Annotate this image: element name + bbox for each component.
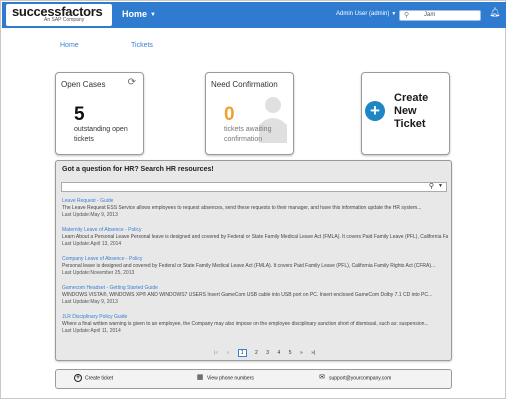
footer-email-link[interactable]: ✉ support@yourcompany.com — [318, 374, 391, 382]
article-title-link[interactable]: Maternity Leave of Absence - Policy — [62, 227, 448, 234]
search-icon: ⚲ — [404, 12, 410, 19]
hr-resources-panel: Got a question for HR? Search HR resourc… — [55, 160, 452, 361]
plus-circle-icon: + — [74, 374, 82, 382]
tile-open-cases[interactable]: Open Cases ⟳ 5 outstanding open tickets — [55, 72, 144, 155]
article-snippet: WINDOWS VISTA®, WINDOWS XP® AND WINDOWS7… — [62, 292, 433, 298]
article-title-link[interactable]: Gamecom Headset - Getting Started Guide — [62, 285, 448, 292]
list-item: Leave Request - Guide The Leave Request … — [62, 198, 448, 219]
list-item: Maternity Leave of Absence - Policy Lear… — [62, 227, 448, 248]
page-4-button[interactable]: 4 — [277, 350, 280, 356]
need-confirmation-count: 0 — [224, 104, 235, 125]
notification-icon[interactable]: 🔔︎ — [489, 7, 500, 18]
tile-description: outstanding open tickets — [74, 126, 128, 143]
user-menu[interactable]: Admin User (admin) ▼ — [336, 11, 396, 17]
plus-icon: + — [365, 101, 385, 121]
article-date: Last Update:November 25, 2013 — [62, 270, 135, 276]
open-cases-count: 5 — [74, 104, 85, 125]
app-frame: successfactors An SAP Company Home ▼ Admi… — [0, 0, 506, 399]
search-value: Jam — [424, 12, 436, 18]
list-item: Company Leave of Absence - Policy Person… — [62, 256, 448, 277]
hr-search-input[interactable]: ⚲ ▼ — [61, 182, 447, 192]
article-date: Last Update:May 9, 2013 — [62, 299, 118, 305]
article-date: Last Update:May 9, 2013 — [62, 212, 118, 218]
hr-panel-title: Got a question for HR? Search HR resourc… — [62, 166, 214, 173]
article-snippet: Personal leave is designed and covered b… — [62, 263, 436, 269]
search-icon[interactable]: ⚲ — [429, 182, 434, 190]
tile-create-ticket[interactable]: + Create New Ticket — [361, 72, 450, 155]
list-item: JLR Disciplinary Policy Guide Where a fi… — [62, 314, 448, 335]
chevron-down-icon: ▼ — [391, 11, 397, 17]
footer-email-label: support@yourcompany.com — [329, 375, 392, 382]
article-snippet: The Leave Request ESS Service allows emp… — [62, 205, 422, 211]
breadcrumb-home[interactable]: Home — [60, 42, 79, 49]
breadcrumb-tickets[interactable]: Tickets — [131, 42, 153, 49]
first-page-button[interactable]: |« — [214, 350, 218, 356]
chevron-down-icon: ▼ — [150, 12, 156, 18]
support-footer: + Create ticket ▦ View phone numbers ✉ supp… — [55, 369, 452, 389]
article-title-link[interactable]: Leave Request - Guide — [62, 198, 448, 205]
footer-phone-label: View phone numbers — [207, 375, 254, 382]
prev-page-button[interactable]: « — [227, 350, 230, 356]
refresh-icon[interactable]: ⟳ — [128, 77, 136, 88]
next-page-button[interactable]: » — [300, 350, 303, 356]
article-snippet: Learn About a Personal Leave Personal le… — [62, 234, 448, 240]
pagination: |« « 1 2 3 4 5 » »| — [214, 344, 319, 357]
logo[interactable]: successfactors An SAP Company — [6, 4, 112, 26]
list-item: Gamecom Headset - Getting Started Guide … — [62, 285, 448, 306]
tile-title: Need Confirmation — [211, 80, 278, 89]
home-nav-menu[interactable]: Home ▼ — [122, 9, 156, 19]
user-menu-label: Admin User (admin) — [336, 11, 390, 17]
phone-book-icon: ▦ — [196, 374, 204, 381]
footer-phone-link[interactable]: ▦ View phone numbers — [196, 374, 254, 382]
footer-create-ticket-label: Create ticket — [85, 375, 114, 382]
article-title-link[interactable]: JLR Disciplinary Policy Guide — [62, 314, 448, 321]
footer-create-ticket-link[interactable]: + Create ticket — [74, 374, 113, 382]
article-title-link[interactable]: Company Leave of Absence - Policy — [62, 256, 448, 263]
article-date: Last Update:April 11, 2014 — [62, 328, 121, 334]
article-date: Last Update:April 13, 2014 — [62, 241, 122, 247]
article-snippet: Where a final written warning is given t… — [62, 321, 429, 327]
envelope-icon: ✉ — [319, 374, 325, 381]
chevron-down-icon[interactable]: ▼ — [438, 183, 443, 189]
global-search-input[interactable]: ⚲ Jam — [399, 10, 481, 21]
page-3-button[interactable]: 3 — [266, 350, 269, 356]
create-ticket-label: Create New Ticket — [394, 92, 429, 130]
tile-title: Open Cases — [61, 80, 106, 89]
home-nav-label: Home — [122, 9, 148, 19]
top-bar: successfactors An SAP Company Home ▼ Admi… — [2, 2, 506, 28]
page-1-button[interactable]: 1 — [237, 348, 247, 357]
tile-need-confirmation[interactable]: Need Confirmation 0 tickets awaiting con… — [205, 72, 294, 155]
page-2-button[interactable]: 2 — [255, 350, 258, 356]
tile-description: tickets awaiting confirmation — [224, 126, 272, 143]
last-page-button[interactable]: »| — [311, 350, 315, 356]
logo-subtitle: An SAP Company — [44, 17, 85, 23]
page-5-button[interactable]: 5 — [289, 350, 292, 356]
